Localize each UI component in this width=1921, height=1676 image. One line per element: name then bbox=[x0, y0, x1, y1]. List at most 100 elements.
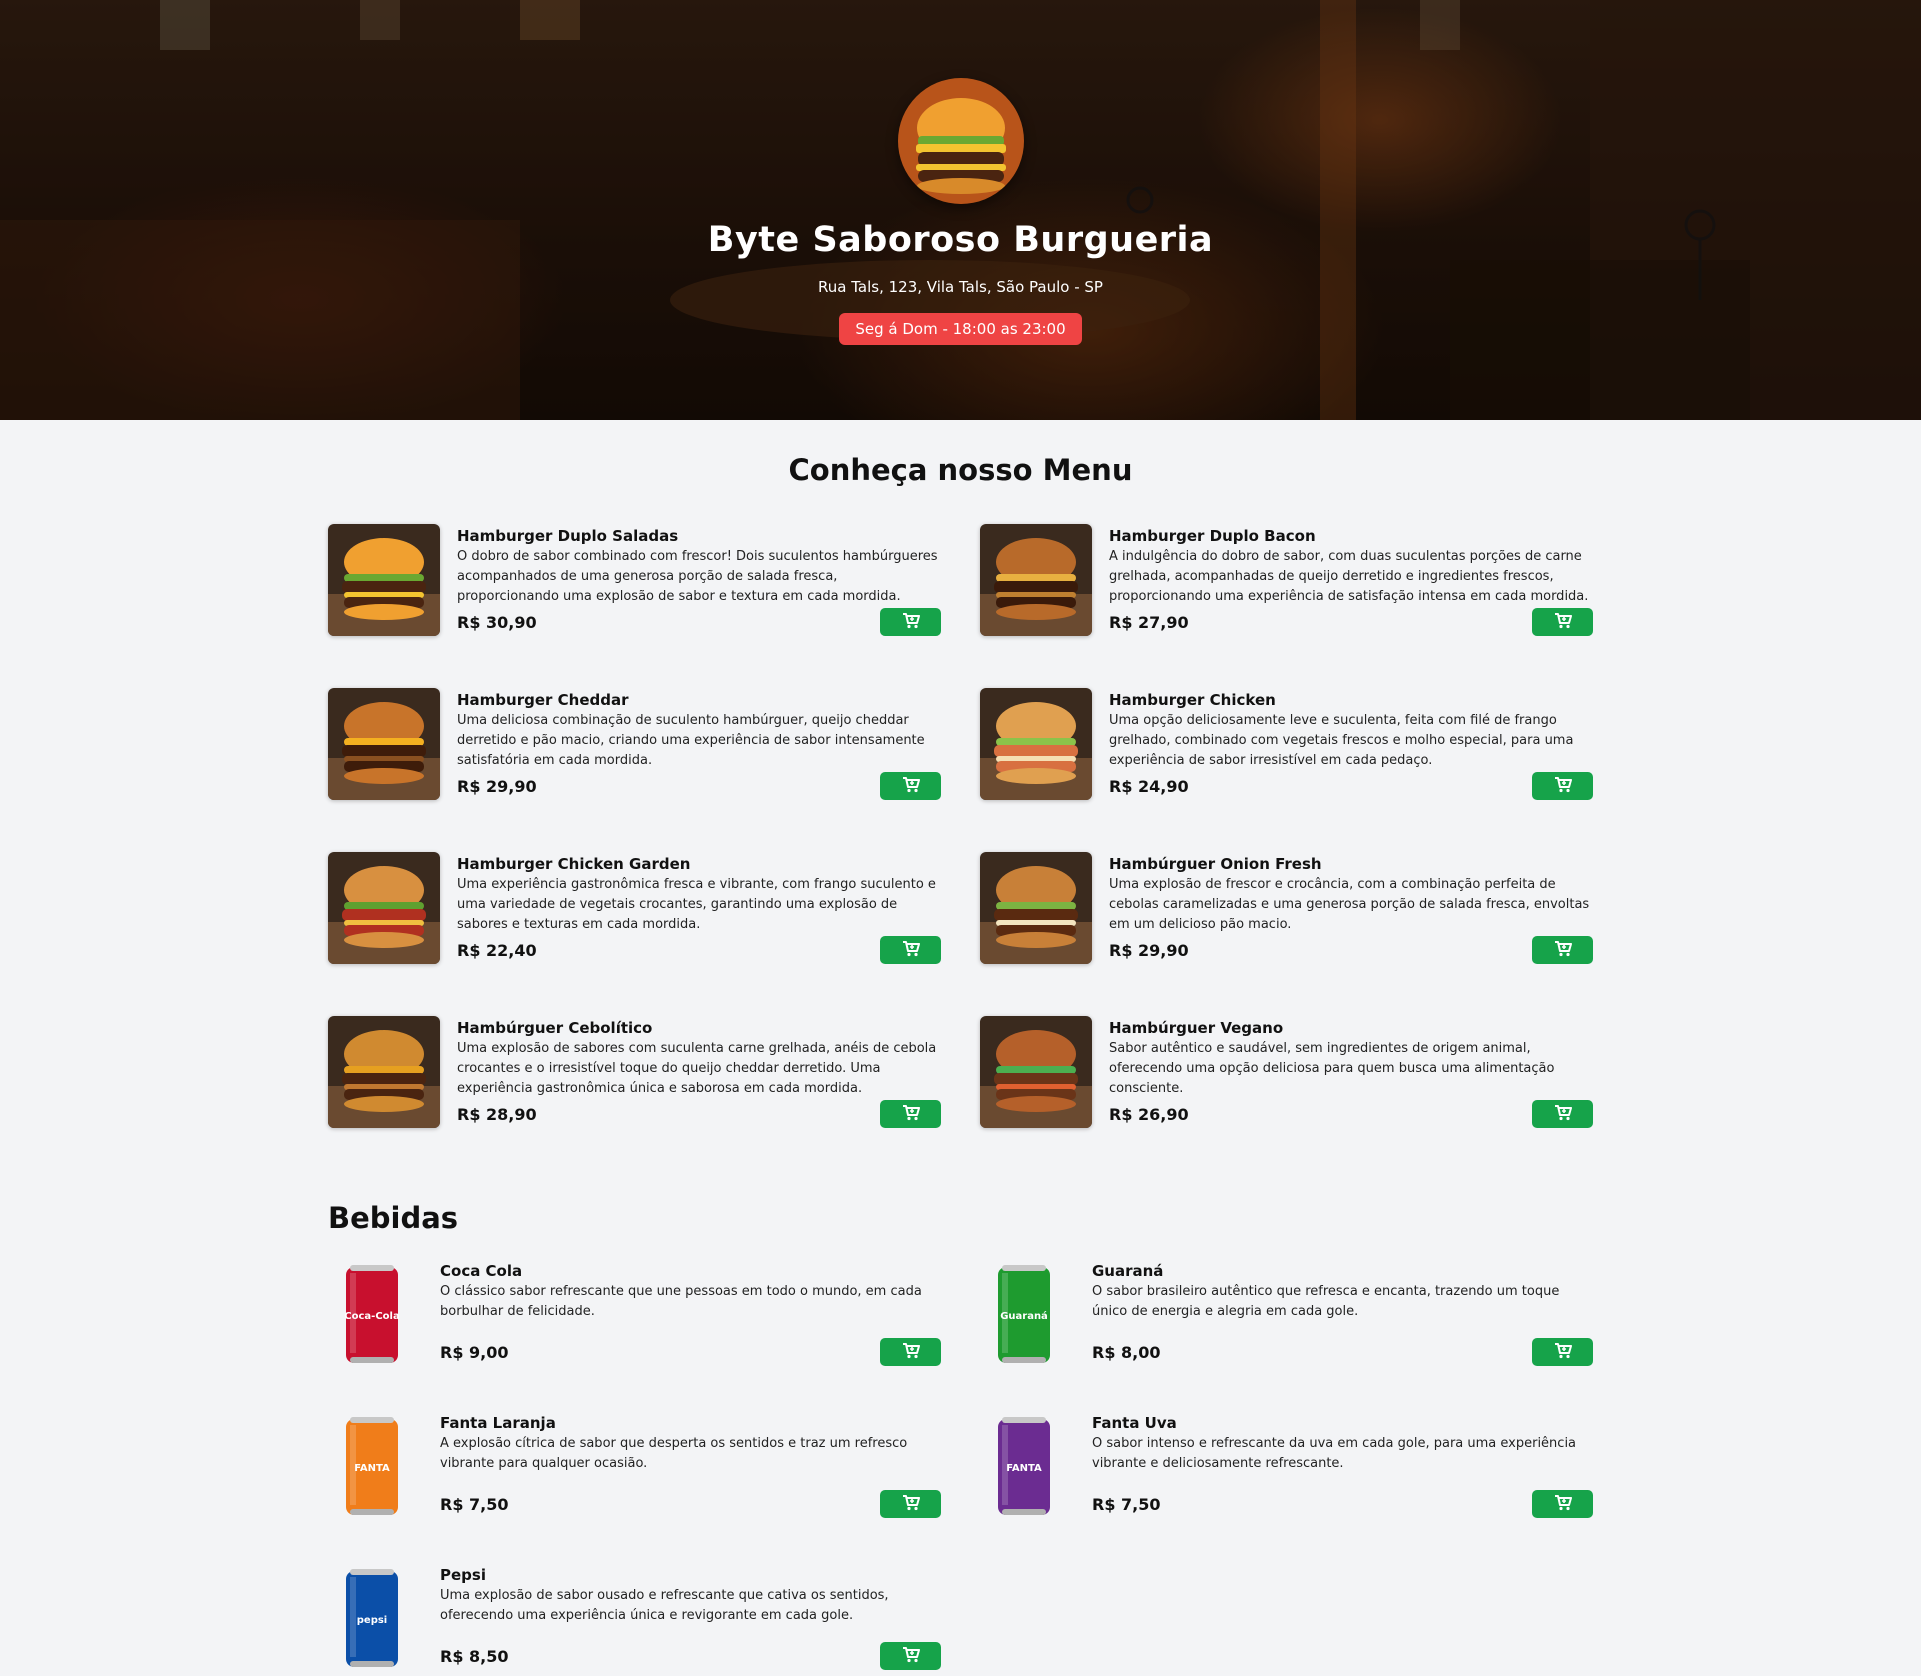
menu-item-info: Hamburger Chicken Uma opção deliciosamen… bbox=[1109, 688, 1593, 800]
hero-banner: Byte Saboroso Burgueria Rua Tals, 123, V… bbox=[0, 0, 1921, 420]
menu-item-price: R$ 30,90 bbox=[457, 612, 537, 632]
cart-plus-icon bbox=[1554, 776, 1572, 796]
menu-item: Hamburger Cheddar Uma deliciosa combinaç… bbox=[328, 688, 941, 800]
burger-image bbox=[980, 688, 1092, 800]
menu-item-description: Uma opção deliciosamente leve e suculent… bbox=[1109, 713, 1574, 768]
svg-text:FANTA: FANTA bbox=[1006, 1463, 1042, 1474]
menu-item-info: Hambúrguer Onion Fresh Uma explosão de f… bbox=[1109, 852, 1593, 964]
menu-item-price: R$ 29,90 bbox=[457, 776, 537, 796]
menu-item-footer: R$ 28,90 bbox=[457, 1100, 941, 1128]
burger-image bbox=[980, 524, 1092, 636]
menu-item: Hamburger Chicken Garden Uma experiência… bbox=[328, 852, 941, 964]
drink-item-footer: R$ 8,50 bbox=[440, 1642, 941, 1670]
menu-item-name: Hambúrguer Vegano bbox=[1109, 1019, 1284, 1037]
drink-item-description: Uma explosão de sabor ousado e refrescan… bbox=[440, 1588, 889, 1623]
drink-item-name: Fanta Uva bbox=[1092, 1414, 1177, 1432]
drink-item-info: Pepsi Uma explosão de sabor ousado e ref… bbox=[440, 1566, 941, 1670]
cart-plus-icon bbox=[1554, 1494, 1572, 1514]
menu-item-price: R$ 26,90 bbox=[1109, 1104, 1189, 1124]
menu-item-name: Hamburger Duplo Bacon bbox=[1109, 527, 1316, 545]
menu-item-description: A indulgência do dobro de sabor, com dua… bbox=[1109, 549, 1589, 604]
drink-can-image: FANTA bbox=[328, 1414, 416, 1518]
menu-item-info: Hamburger Duplo Saladas O dobro de sabor… bbox=[457, 524, 941, 636]
add-to-cart-button[interactable] bbox=[880, 772, 941, 800]
menu-item-info: Hambúrguer Vegano Sabor autêntico e saud… bbox=[1109, 1016, 1593, 1128]
menu-section-title: Conheça nosso Menu bbox=[788, 453, 1133, 487]
drink-can-image: FANTA bbox=[980, 1414, 1068, 1518]
add-to-cart-button[interactable] bbox=[880, 1490, 941, 1518]
add-to-cart-button[interactable] bbox=[880, 1642, 941, 1670]
add-to-cart-button[interactable] bbox=[1532, 1338, 1593, 1366]
drink-can-image: pepsi bbox=[328, 1566, 416, 1670]
drink-item-footer: R$ 8,00 bbox=[1092, 1338, 1593, 1366]
drink-item-footer: R$ 7,50 bbox=[440, 1490, 941, 1518]
drink-item: FANTA Fanta Uva O sabor intenso e refres… bbox=[980, 1414, 1593, 1518]
cart-plus-icon bbox=[902, 776, 920, 796]
drink-item-description: O clássico sabor refrescante que une pes… bbox=[440, 1284, 922, 1319]
burger-image bbox=[980, 1016, 1092, 1128]
drink-item-price: R$ 9,00 bbox=[440, 1342, 509, 1362]
menu-item-name: Hamburger Chicken Garden bbox=[457, 855, 691, 873]
menu-item-description: Uma explosão de sabores com suculenta ca… bbox=[457, 1041, 937, 1096]
drink-item-description: O sabor brasileiro autêntico que refresc… bbox=[1092, 1284, 1560, 1319]
menu-item-footer: R$ 22,40 bbox=[457, 936, 941, 964]
drink-can-image: Guaraná bbox=[980, 1262, 1068, 1366]
drink-item-price: R$ 7,50 bbox=[1092, 1494, 1161, 1514]
menu-item: Hamburger Duplo Bacon A indulgência do d… bbox=[980, 524, 1593, 636]
restaurant-logo bbox=[897, 78, 1024, 204]
drink-item-footer: R$ 7,50 bbox=[1092, 1490, 1593, 1518]
drink-item: Guaraná Guaraná O sabor brasileiro autên… bbox=[980, 1262, 1593, 1366]
menu-item-price: R$ 24,90 bbox=[1109, 776, 1189, 796]
burger-image bbox=[328, 688, 440, 800]
drink-item-name: Coca Cola bbox=[440, 1262, 523, 1280]
cart-plus-icon bbox=[902, 1494, 920, 1514]
svg-text:Coca-Cola: Coca-Cola bbox=[344, 1311, 399, 1322]
cart-plus-icon bbox=[902, 940, 920, 960]
add-to-cart-button[interactable] bbox=[880, 608, 941, 636]
menu-item-description: Sabor autêntico e saudável, sem ingredie… bbox=[1109, 1041, 1555, 1096]
burger-image bbox=[328, 1016, 440, 1128]
add-to-cart-button[interactable] bbox=[1532, 936, 1593, 964]
drink-can-image: Coca-Cola bbox=[328, 1262, 416, 1366]
cart-plus-icon bbox=[1554, 1104, 1572, 1124]
drink-item-description: A explosão cítrica de sabor que desperta… bbox=[440, 1436, 908, 1471]
drink-item-info: Fanta Uva O sabor intenso e refrescante … bbox=[1092, 1414, 1593, 1518]
menu-item-info: Hamburger Cheddar Uma deliciosa combinaç… bbox=[457, 688, 941, 800]
add-to-cart-button[interactable] bbox=[1532, 772, 1593, 800]
drink-item-price: R$ 7,50 bbox=[440, 1494, 509, 1514]
burger-image bbox=[980, 852, 1092, 964]
burger-image bbox=[328, 524, 440, 636]
menu-item: Hamburger Chicken Uma opção deliciosamen… bbox=[980, 688, 1593, 800]
drink-item: pepsi Pepsi Uma explosão de sabor ousado… bbox=[328, 1566, 941, 1670]
menu-item-footer: R$ 26,90 bbox=[1109, 1100, 1593, 1128]
menu-item-info: Hamburger Chicken Garden Uma experiência… bbox=[457, 852, 941, 964]
menu-item-name: Hamburger Chicken bbox=[1109, 691, 1276, 709]
drinks-section-title: Bebidas bbox=[328, 1201, 459, 1235]
drink-item-info: Guaraná O sabor brasileiro autêntico que… bbox=[1092, 1262, 1593, 1366]
menu-item: Hambúrguer Cebolítico Uma explosão de sa… bbox=[328, 1016, 941, 1128]
menu-item-description: Uma explosão de frescor e crocância, com… bbox=[1109, 877, 1590, 932]
menu-item-footer: R$ 29,90 bbox=[1109, 936, 1593, 964]
hero-content: Byte Saboroso Burgueria Rua Tals, 123, V… bbox=[0, 0, 1921, 420]
drink-item-price: R$ 8,50 bbox=[440, 1646, 509, 1666]
add-to-cart-button[interactable] bbox=[880, 1338, 941, 1366]
add-to-cart-button[interactable] bbox=[1532, 1100, 1593, 1128]
cart-plus-icon bbox=[902, 1646, 920, 1666]
drink-item-info: Fanta Laranja A explosão cítrica de sabo… bbox=[440, 1414, 941, 1518]
cart-plus-icon bbox=[902, 1342, 920, 1362]
add-to-cart-button[interactable] bbox=[1532, 608, 1593, 636]
drink-item-price: R$ 8,00 bbox=[1092, 1342, 1161, 1362]
drink-item-name: Pepsi bbox=[440, 1566, 486, 1584]
add-to-cart-button[interactable] bbox=[880, 936, 941, 964]
add-to-cart-button[interactable] bbox=[880, 1100, 941, 1128]
add-to-cart-button[interactable] bbox=[1532, 1490, 1593, 1518]
drink-item-footer: R$ 9,00 bbox=[440, 1338, 941, 1366]
menu-item-footer: R$ 29,90 bbox=[457, 772, 941, 800]
menu-item-name: Hamburger Cheddar bbox=[457, 691, 629, 709]
menu-item-price: R$ 22,40 bbox=[457, 940, 537, 960]
menu-item-footer: R$ 30,90 bbox=[457, 608, 941, 636]
drink-item-info: Coca Cola O clássico sabor refrescante q… bbox=[440, 1262, 941, 1366]
drink-item-name: Fanta Laranja bbox=[440, 1414, 556, 1432]
drinks-menu-grid: Coca-Cola Coca Cola O clássico sabor ref… bbox=[328, 1262, 1593, 1670]
burger-logo-image bbox=[897, 78, 1024, 204]
